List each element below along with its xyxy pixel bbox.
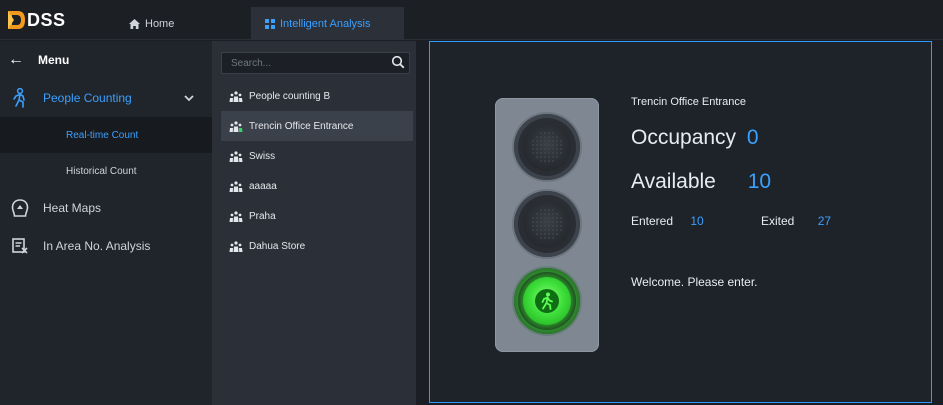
- area-analysis-icon: [10, 236, 30, 256]
- tab-home-label: Home: [145, 17, 175, 30]
- sidebar: ← Menu People Counting Real-time Count H…: [0, 41, 212, 405]
- realtime-count-panel: Trencin Office Entrance Occupancy 0 Avai…: [429, 41, 932, 403]
- device-item[interactable]: Dahua Store: [221, 231, 413, 261]
- sidebar-subitem-label: Real-time Count: [66, 129, 139, 141]
- heatmap-icon: [10, 198, 30, 218]
- site-name: Trencin Office Entrance: [631, 96, 746, 108]
- available-value: 10: [747, 170, 772, 193]
- home-icon: [129, 18, 140, 29]
- device-item-label: aaaaa: [249, 180, 277, 192]
- sidebar-item-heat-maps[interactable]: Heat Maps: [0, 189, 212, 227]
- people-group-icon: [229, 210, 243, 222]
- people-group-icon: [229, 240, 243, 252]
- device-item-label: Swiss: [249, 150, 276, 162]
- people-counting-icon: [10, 88, 30, 108]
- sidebar-subitem-real-time-count[interactable]: Real-time Count: [0, 117, 212, 153]
- sidebar-item-in-area-analysis-label: In Area No. Analysis: [43, 239, 151, 253]
- people-group-icon: [229, 150, 243, 162]
- entered-value: 10: [690, 214, 704, 228]
- search-icon[interactable]: [391, 55, 405, 74]
- people-group-icon: [229, 90, 243, 102]
- walking-person-icon: [535, 289, 559, 313]
- search-box[interactable]: [221, 52, 410, 74]
- exited-value: 27: [817, 214, 832, 228]
- device-item-label: People counting B: [249, 90, 331, 102]
- menu-label: Menu: [38, 53, 70, 67]
- traffic-light: [495, 98, 599, 352]
- tab-intelligent-analysis-label: Intelligent Analysis: [280, 17, 371, 30]
- entered-row: Entered 10: [631, 214, 704, 228]
- top-bar: DSS Home Intelligent Analysis: [0, 0, 943, 40]
- status-message: Welcome. Please enter.: [631, 275, 758, 289]
- occupancy-row: Occupancy 0: [631, 126, 759, 150]
- device-item[interactable]: Praha: [221, 201, 413, 231]
- sidebar-subitem-label: Historical Count: [66, 165, 137, 177]
- device-item-label: Dahua Store: [249, 240, 306, 252]
- grid-icon: [265, 18, 275, 29]
- device-item[interactable]: Swiss: [221, 141, 413, 171]
- logo-text: DSS: [27, 9, 66, 30]
- available-row: Available 10: [631, 170, 771, 194]
- device-item-label: Trencin Office Entrance: [249, 120, 354, 132]
- sidebar-item-people-counting[interactable]: People Counting: [0, 79, 212, 117]
- available-label: Available: [631, 170, 716, 193]
- yellow-lamp: [514, 191, 580, 257]
- exited-row: Exited 27: [761, 214, 831, 228]
- entered-label: Entered: [631, 214, 674, 228]
- green-lamp: [514, 268, 580, 334]
- menu-header[interactable]: ← Menu: [0, 41, 212, 79]
- occupancy-value: 0: [746, 126, 759, 149]
- red-lamp: [514, 114, 580, 180]
- sidebar-item-people-counting-label: People Counting: [43, 91, 132, 105]
- exited-label: Exited: [761, 214, 795, 228]
- device-item[interactable]: aaaaa: [221, 171, 413, 201]
- device-item-label: Praha: [249, 210, 276, 222]
- tab-home[interactable]: Home: [115, 7, 215, 40]
- people-group-icon: [229, 180, 243, 192]
- logo: DSS: [6, 8, 66, 32]
- sidebar-subitem-historical-count[interactable]: Historical Count: [0, 153, 212, 189]
- device-item[interactable]: Trencin Office Entrance: [221, 111, 413, 141]
- back-arrow-icon[interactable]: ←: [8, 51, 24, 69]
- occupancy-label: Occupancy: [631, 126, 737, 149]
- sidebar-item-heat-maps-label: Heat Maps: [43, 201, 102, 215]
- tab-intelligent-analysis[interactable]: Intelligent Analysis: [251, 7, 404, 40]
- sidebar-item-in-area-analysis[interactable]: In Area No. Analysis: [0, 227, 212, 265]
- search-input[interactable]: [231, 57, 381, 69]
- device-item[interactable]: People counting B: [221, 81, 413, 111]
- chevron-down-icon[interactable]: [184, 91, 194, 105]
- dss-logo-icon: [6, 9, 26, 31]
- device-list-panel: People counting B Trencin Office Entranc…: [212, 41, 416, 405]
- people-group-online-icon: [229, 120, 243, 132]
- app-root: DSS Home Intelligent Analysis ← Menu Peo…: [0, 0, 943, 405]
